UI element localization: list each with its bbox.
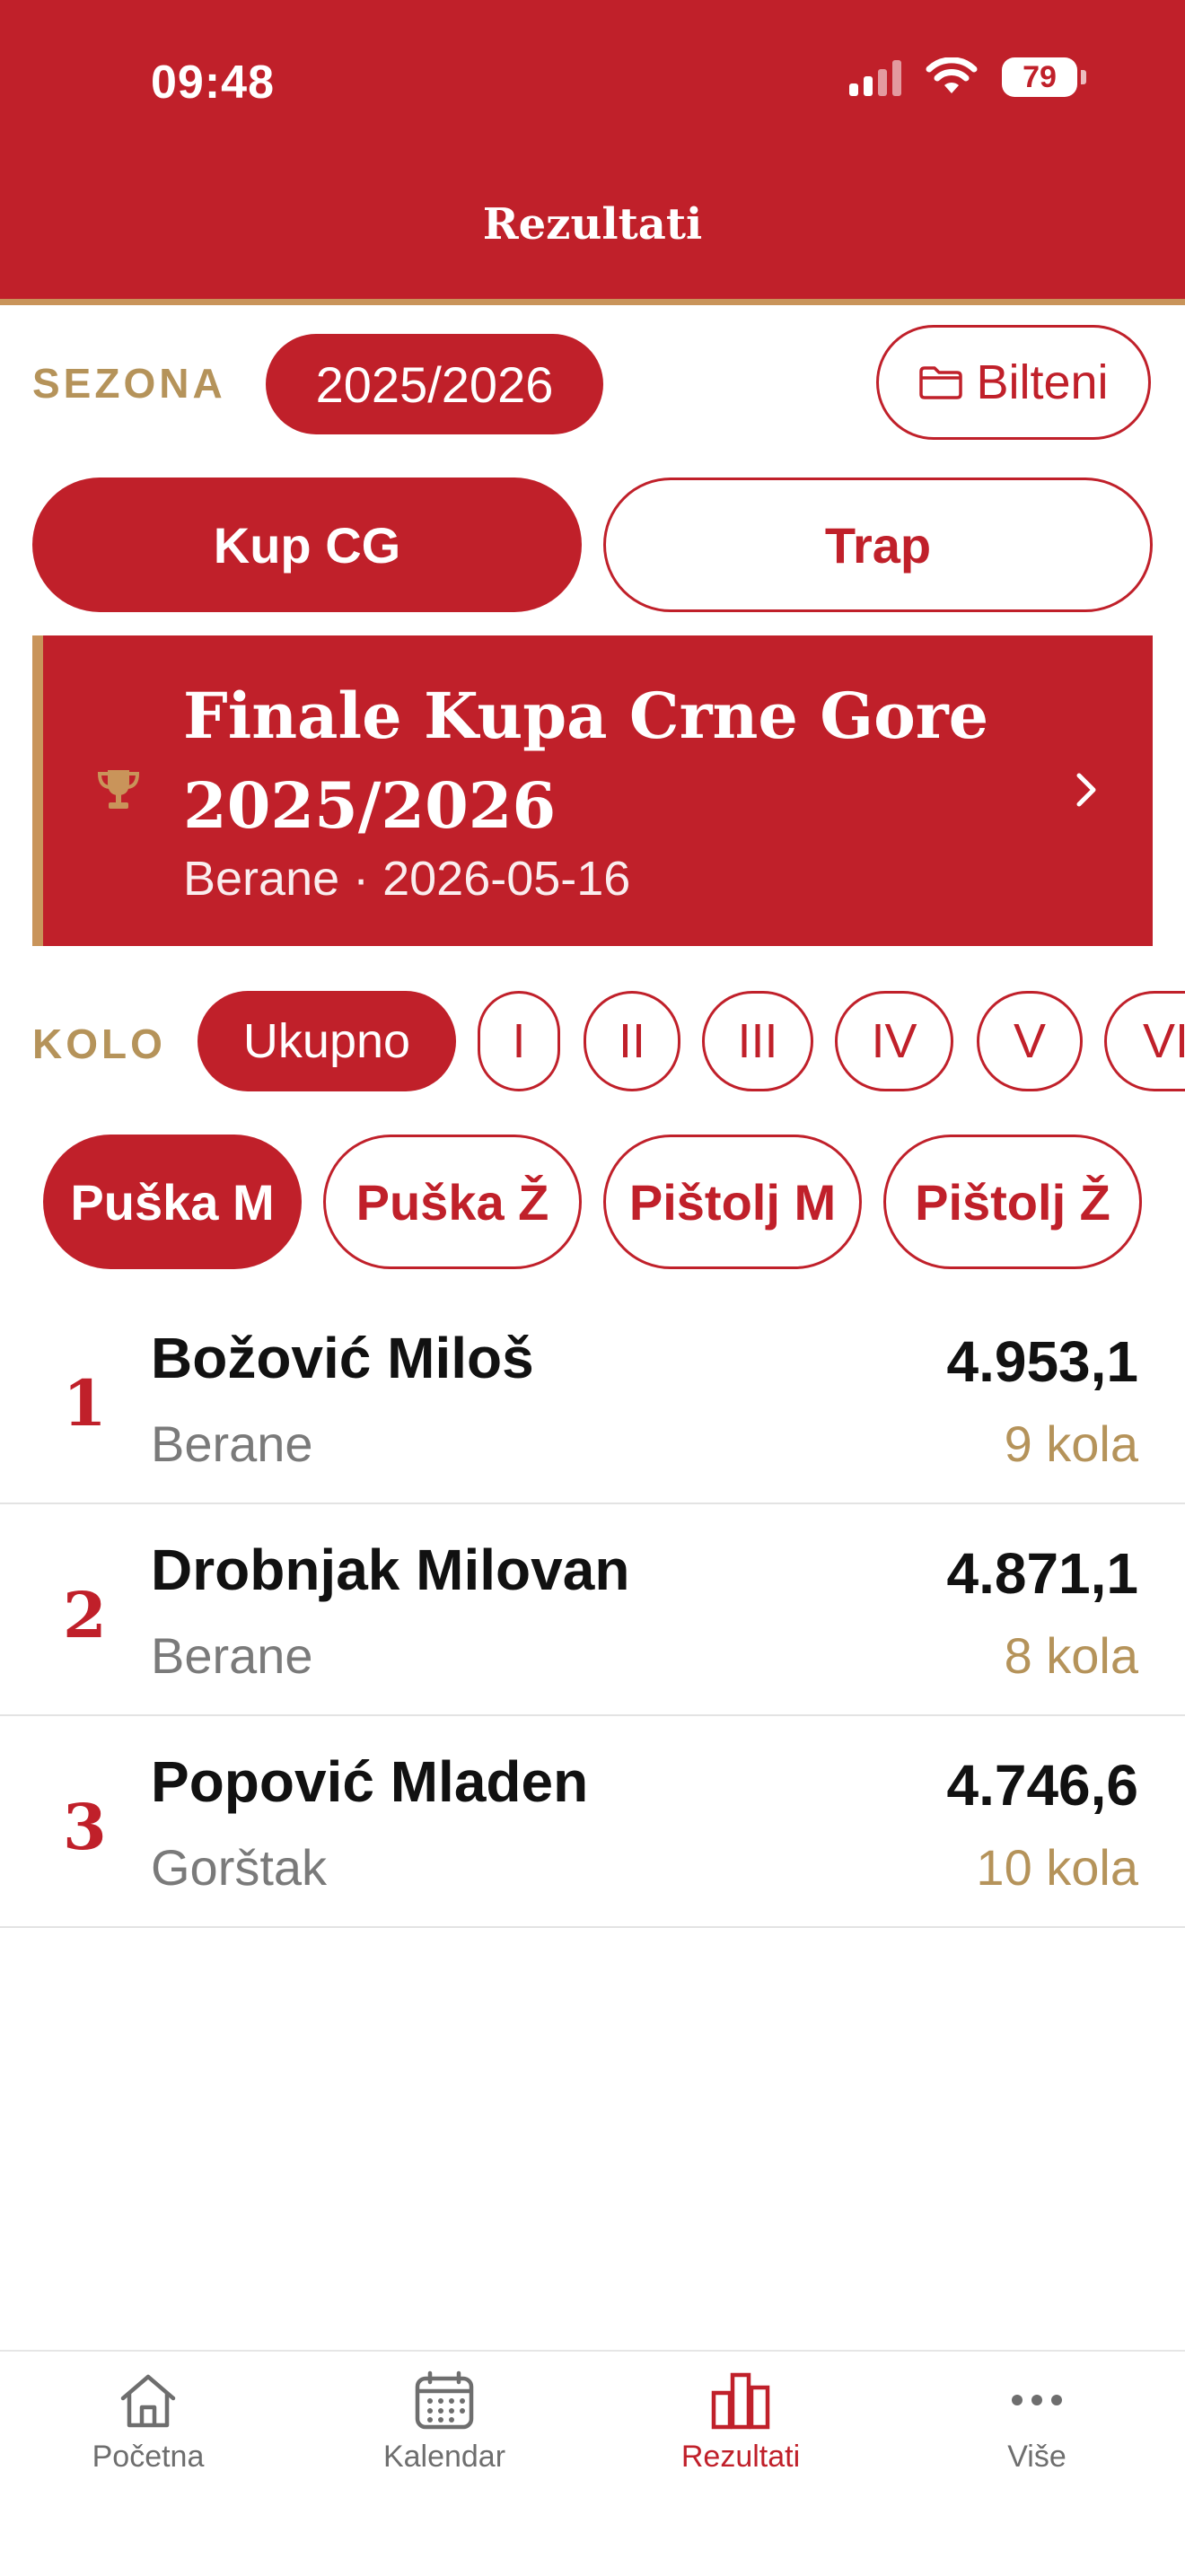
bulletins-label: Bilteni (976, 355, 1109, 409)
wifi-icon (926, 57, 978, 93)
round-chip-iv[interactable]: IV (835, 991, 953, 1091)
cellular-signal-icon (849, 58, 901, 96)
event-card[interactable]: Finale Kupa Crne Gore 2025/2026 Berane ·… (32, 635, 1153, 946)
season-label: SEZONA (32, 360, 226, 407)
event-title-line-1: Finale Kupa Crne Gore (183, 679, 989, 753)
discipline-chip-pistolj-m[interactable]: Pištolj M (603, 1135, 862, 1269)
athlete-rounds: 9 kola (1004, 1415, 1138, 1472)
round-label: KOLO (32, 1021, 166, 1067)
discipline-chip-pistolj-z[interactable]: Pištolj Ž (883, 1135, 1142, 1269)
app-header: 09:48 79 Rezultati (0, 0, 1185, 305)
round-chip-ii[interactable]: II (584, 991, 680, 1091)
bulletins-button[interactable]: Bilteni (876, 325, 1151, 440)
bottom-tab-bar: Početna Kalendar Rezultati Više (0, 2350, 1185, 2576)
result-rank: 1 (63, 1366, 107, 1441)
discipline-chip-puska-z[interactable]: Puška Ž (323, 1135, 582, 1269)
athlete-name: Božović Miloš (151, 1326, 534, 1390)
event-location-date: Berane · 2026-05-16 (183, 852, 631, 906)
round-chip-iii[interactable]: III (702, 991, 813, 1091)
round-chip-vi[interactable]: VI (1104, 991, 1185, 1091)
tab-label: Kalendar (382, 2440, 506, 2474)
tab-label: Početna (92, 2440, 205, 2474)
result-rank: 2 (63, 1578, 107, 1652)
athlete-club: Berane (151, 1415, 313, 1472)
result-rank: 3 (63, 1790, 107, 1864)
round-chip-v[interactable]: V (977, 991, 1083, 1091)
result-row[interactable]: 2 Drobnjak Milovan Berane 4.871,1 8 kola (0, 1504, 1185, 1716)
tab-kalendar[interactable]: Kalendar (296, 2370, 592, 2475)
tab-label: Više (1007, 2440, 1066, 2474)
home-icon (120, 2374, 176, 2428)
round-chip-ukupno[interactable]: Ukupno (198, 991, 456, 1091)
status-icons: 79 (849, 57, 1086, 97)
athlete-club: Gorštak (151, 1839, 328, 1896)
athlete-score: 4.953,1 (946, 1329, 1138, 1394)
athlete-name: Popović Mladen (151, 1749, 589, 1814)
tab-vise[interactable]: Više (889, 2370, 1185, 2475)
athlete-name: Drobnjak Milovan (151, 1538, 630, 1602)
tab-rezultati[interactable]: Rezultati (592, 2370, 889, 2475)
discipline-chip-puska-m[interactable]: Puška M (43, 1135, 302, 1269)
athlete-score: 4.871,1 (946, 1541, 1138, 1606)
event-title-line-2: 2025/2026 (183, 768, 557, 843)
tab-pocetna[interactable]: Početna (0, 2370, 296, 2475)
trophy-icon (97, 770, 140, 809)
battery-level: 79 (1023, 59, 1057, 94)
calendar-icon (415, 2370, 474, 2430)
athlete-rounds: 8 kola (1004, 1627, 1138, 1684)
competition-tab-trap[interactable]: Trap (603, 478, 1153, 612)
athlete-club: Berane (151, 1627, 313, 1684)
competition-tab-kup-cg[interactable]: Kup CG (32, 478, 582, 612)
result-row[interactable]: 1 Božović Miloš Berane 4.953,1 9 kola (0, 1292, 1185, 1504)
round-chip-i[interactable]: I (478, 991, 560, 1091)
folder-icon (919, 366, 963, 399)
result-row[interactable]: 3 Popović Mladen Gorštak 4.746,6 10 kola (0, 1716, 1185, 1928)
battery-icon: 79 (1002, 57, 1086, 97)
athlete-rounds: 10 kola (976, 1839, 1138, 1896)
season-selector[interactable]: 2025/2026 (266, 334, 603, 434)
more-icon (1012, 2395, 1062, 2405)
athlete-score: 4.746,6 (946, 1753, 1138, 1818)
chevron-right-icon (1076, 773, 1096, 807)
status-time: 09:48 (151, 57, 275, 109)
tab-label: Rezultati (680, 2440, 801, 2474)
event-title: Finale Kupa Crne Gore 2025/2026 (183, 671, 991, 851)
page-title: Rezultati (482, 199, 703, 250)
chart-icon (711, 2372, 770, 2430)
